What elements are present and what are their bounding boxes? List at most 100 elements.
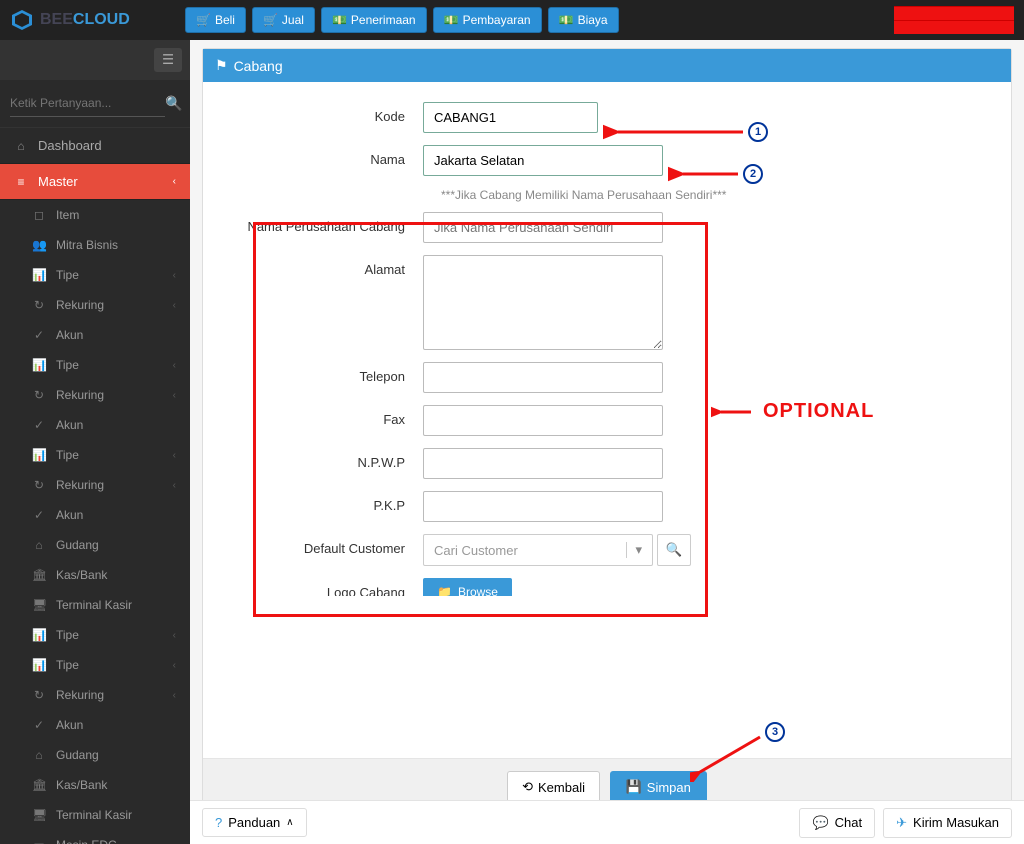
- dc-label: Default Customer: [233, 534, 423, 556]
- fax-input[interactable]: [423, 405, 663, 436]
- chevron-left-icon: ‹: [173, 176, 176, 187]
- sidebar-sub-item[interactable]: ▭ Mesin EDC: [0, 830, 190, 844]
- sidebar: ☰ 🔍 ⌂Dashboard ≡Master‹ ◻Item👥Mitra Bisn…: [0, 40, 190, 844]
- sidebar-sub-item[interactable]: 📊Tipe‹: [0, 440, 190, 470]
- sidebar-sub-item[interactable]: 🏛Kas/Bank: [0, 770, 190, 800]
- sidebar-sub-item[interactable]: ✓Akun: [0, 500, 190, 530]
- sidebar-sub-item[interactable]: ◻Item: [0, 200, 190, 230]
- sidebar-sub-item[interactable]: 🏛 Kas/Bank: [0, 560, 190, 590]
- sidebar-sub-item[interactable]: ↻Rekuring‹: [0, 290, 190, 320]
- sidebar-sub-item[interactable]: 👥 Mitra Bisnis: [0, 230, 190, 260]
- sidebar-sub-item[interactable]: 📊Tipe‹: [0, 350, 190, 380]
- sidebar-search: 🔍: [0, 80, 190, 128]
- money-icon: 💵: [444, 13, 459, 27]
- sidebar-collapse-button[interactable]: ☰: [154, 48, 182, 72]
- sub-icon: ⌂: [32, 538, 46, 552]
- bars-icon: ☰: [162, 52, 174, 67]
- npc-input[interactable]: [423, 212, 663, 243]
- beli-label: Beli: [215, 13, 235, 27]
- send-icon: ✈: [896, 815, 907, 831]
- panel-title: Cabang: [234, 58, 283, 74]
- sub-label: Akun: [56, 418, 83, 432]
- alamat-input[interactable]: [423, 255, 663, 350]
- sub-label: Mitra Bisnis: [56, 238, 118, 252]
- search-input[interactable]: [10, 90, 165, 117]
- dc-search-button[interactable]: 🔍: [657, 534, 691, 566]
- save-button[interactable]: 💾Simpan: [610, 771, 707, 803]
- logo-label: Logo Cabang: [233, 578, 423, 596]
- sub-label: Akun: [56, 328, 83, 342]
- sub-icon: 📊: [32, 268, 46, 282]
- sub-icon: 🖥: [32, 808, 46, 822]
- kode-input[interactable]: [423, 102, 598, 133]
- sub-icon: 📊: [32, 658, 46, 672]
- sidebar-sub-item[interactable]: ↻Rekuring‹: [0, 380, 190, 410]
- back-button[interactable]: ⟲Kembali: [507, 771, 600, 803]
- sub-icon: ✓: [32, 718, 46, 732]
- cart-icon: 🛒: [196, 13, 211, 27]
- sub-icon: ▭: [32, 838, 46, 844]
- npwp-input[interactable]: [423, 448, 663, 479]
- sub-label: Tipe: [56, 658, 79, 672]
- panduan-button[interactable]: ?Panduan∧: [202, 808, 307, 837]
- sub-icon: 📊: [32, 358, 46, 372]
- menu-master[interactable]: ≡Master‹: [0, 164, 190, 200]
- main-area: ⚑ Cabang Kode Nama ***Jika Cabang Memili…: [190, 40, 1024, 844]
- biaya-button[interactable]: 💵Biaya: [548, 7, 619, 33]
- panel-body: Kode Nama ***Jika Cabang Memiliki Nama P…: [203, 82, 1011, 648]
- chat-button[interactable]: 💬Chat: [799, 808, 875, 838]
- sidebar-sub-item[interactable]: ✓Akun: [0, 320, 190, 350]
- sidebar-sub-item[interactable]: 📊 Tipe ‹: [0, 650, 190, 680]
- chevron-left-icon: ‹: [173, 450, 176, 461]
- save-label: Simpan: [647, 780, 691, 795]
- sidebar-sub-item[interactable]: 📊Tipe‹: [0, 260, 190, 290]
- telepon-label: Telepon: [233, 362, 423, 384]
- pkp-input[interactable]: [423, 491, 663, 522]
- sub-label: Kas/Bank: [56, 568, 107, 582]
- telepon-input[interactable]: [423, 362, 663, 393]
- browse-button[interactable]: 📁Browse: [423, 578, 512, 596]
- sub-icon: 👥: [32, 238, 46, 252]
- beli-button[interactable]: 🛒 Beli: [185, 7, 246, 33]
- sub-icon: ↻: [32, 298, 46, 312]
- nama-input[interactable]: [423, 145, 663, 176]
- chevron-up-icon: ∧: [286, 817, 293, 828]
- sidebar-sub-item[interactable]: 📊Tipe‹: [0, 620, 190, 650]
- chevron-left-icon: ‹: [173, 660, 176, 671]
- sub-icon: ↻: [32, 388, 46, 402]
- sub-label: Rekuring: [56, 478, 104, 492]
- sidebar-sub-item[interactable]: 🖥Terminal Kasir: [0, 590, 190, 620]
- sub-label: Tipe: [56, 268, 79, 282]
- sidebar-sub-item[interactable]: 🖥Terminal Kasir: [0, 800, 190, 830]
- sub-label: Terminal Kasir: [56, 598, 132, 612]
- kirim-button[interactable]: ✈Kirim Masukan: [883, 808, 1012, 838]
- chevron-left-icon: ‹: [173, 360, 176, 371]
- panel-spacer: [203, 648, 1011, 758]
- search-icon[interactable]: 🔍: [165, 95, 182, 112]
- dc-select[interactable]: Cari Customer▾: [423, 534, 653, 566]
- sidebar-sub-item[interactable]: ⌂Gudang: [0, 530, 190, 560]
- jual-button[interactable]: 🛒Jual: [252, 7, 315, 33]
- sidebar-sub-item[interactable]: ↻Rekuring‹: [0, 680, 190, 710]
- sidebar-sub-item[interactable]: ↻Rekuring‹: [0, 470, 190, 500]
- penerimaan-button[interactable]: 💵Penerimaan: [321, 7, 427, 33]
- sub-label: Mesin EDC: [56, 838, 117, 844]
- sub-icon: 🏛: [32, 568, 46, 582]
- alamat-label: Alamat: [233, 255, 423, 277]
- sub-icon: ✓: [32, 418, 46, 432]
- sidebar-sub-item[interactable]: ✓ Akun: [0, 410, 190, 440]
- pembayaran-button[interactable]: 💵Pembayaran: [433, 7, 542, 33]
- sidebar-sub-item[interactable]: ✓ Akun: [0, 710, 190, 740]
- biaya-label: Biaya: [578, 13, 608, 27]
- npwp-label: N.P.W.P: [233, 448, 423, 470]
- dashboard-label: Dashboard: [38, 138, 102, 153]
- sub-label: Akun: [56, 718, 83, 732]
- logo[interactable]: BEECLOUD: [10, 8, 185, 32]
- menu-dashboard[interactable]: ⌂Dashboard: [0, 128, 190, 164]
- folder-icon: 📁: [437, 585, 452, 596]
- sidebar-sub-item[interactable]: ⌂Gudang: [0, 740, 190, 770]
- penerimaan-label: Penerimaan: [351, 13, 416, 27]
- sub-label: Item: [56, 208, 79, 222]
- database-icon: ≡: [14, 175, 28, 189]
- sub-label: Tipe: [56, 628, 79, 642]
